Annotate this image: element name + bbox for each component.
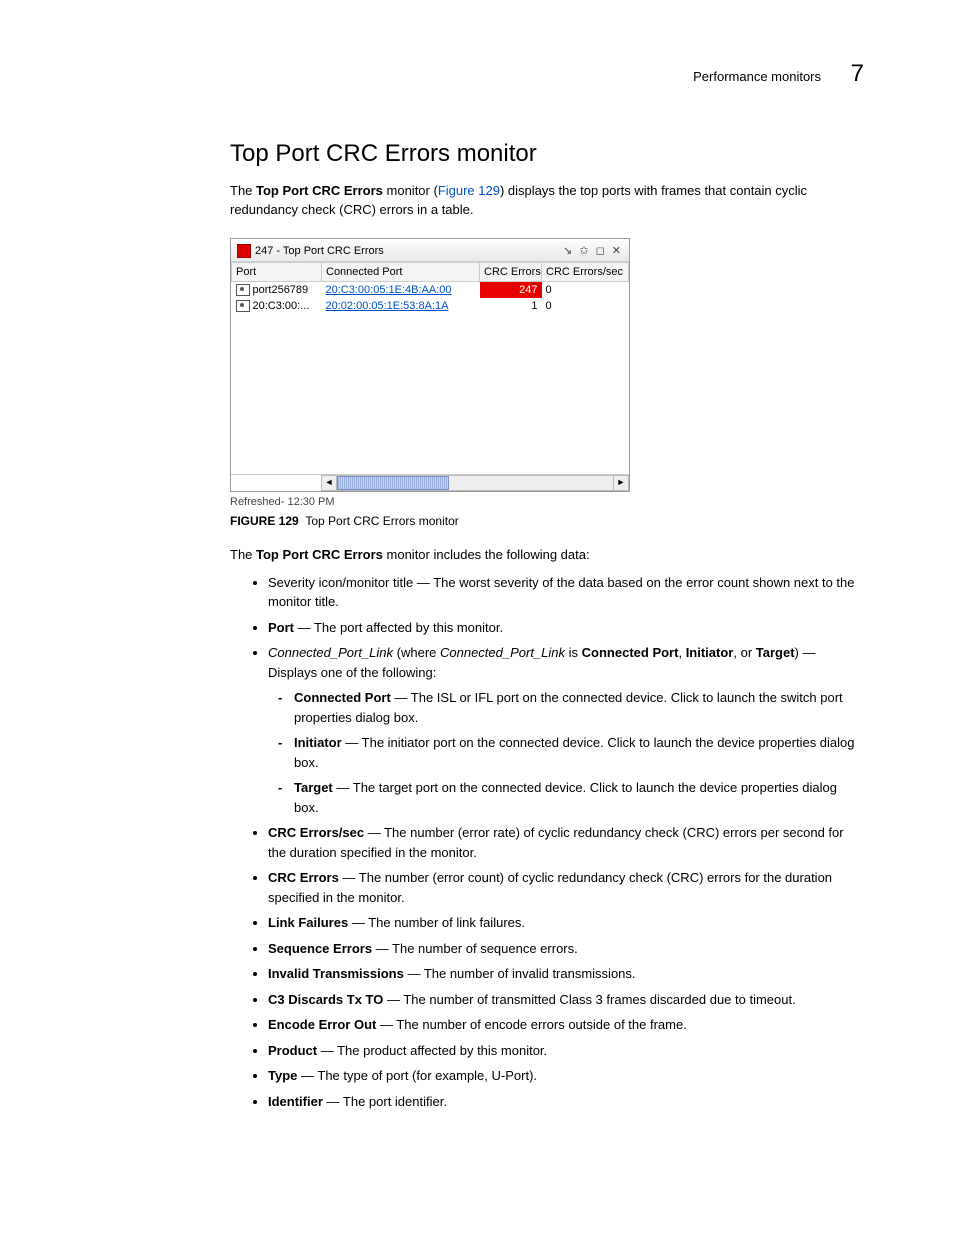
- col-connected-port[interactable]: Connected Port: [322, 262, 480, 281]
- col-port[interactable]: Port: [232, 262, 322, 281]
- connected-port-link[interactable]: 20:02:00:05:1E:53:8A:1A: [326, 300, 449, 312]
- port-icon: [236, 300, 250, 312]
- list-item: Severity icon/monitor title — The worst …: [268, 573, 864, 612]
- section-heading: Top Port CRC Errors monitor: [230, 140, 864, 168]
- connected-port-link[interactable]: 20:C3:00:05:1E:4B:AA:00: [326, 284, 452, 296]
- cell-connected-port: 20:C3:00:05:1E:4B:AA:00: [322, 281, 480, 298]
- panel-controls[interactable]: ↘ ✩ ◻ ✕: [563, 244, 623, 257]
- table-header-row: Port Connected Port CRC Errors CRC Error…: [232, 262, 629, 281]
- sub-list-item: Target — The target port on the connecte…: [294, 778, 864, 817]
- figure-link[interactable]: Figure 129: [438, 183, 500, 198]
- table-row[interactable]: port256789 20:C3:00:05:1E:4B:AA:00 2470: [232, 281, 629, 298]
- header-section: Performance monitors: [693, 69, 821, 84]
- list-item: CRC Errors — The number (error count) of…: [268, 868, 864, 907]
- list-item: Encode Error Out — The number of encode …: [268, 1015, 864, 1035]
- cell-port: 20:C3:00:...: [232, 298, 322, 314]
- col-crc-errors[interactable]: CRC Errors: [480, 262, 542, 281]
- scroll-right-icon[interactable]: ►: [613, 475, 629, 491]
- sub-list: Connected Port — The ISL or IFL port on …: [268, 688, 864, 817]
- refreshed-label: Refreshed- 12:30 PM: [230, 496, 864, 508]
- list-item: Identifier — The port identifier.: [268, 1092, 864, 1112]
- list-item: Type — The type of port (for example, U-…: [268, 1066, 864, 1086]
- list-item: Product — The product affected by this m…: [268, 1041, 864, 1061]
- intro-paragraph: The Top Port CRC Errors monitor (Figure …: [230, 182, 864, 220]
- cell-connected-port: 20:02:00:05:1E:53:8A:1A: [322, 298, 480, 314]
- monitor-title: 247 - Top Port CRC Errors: [255, 245, 384, 257]
- cell-port: port256789: [232, 281, 322, 298]
- list-item: Port — The port affected by this monitor…: [268, 618, 864, 638]
- table-empty-area: [231, 314, 629, 474]
- sub-list-item: Initiator — The initiator port on the co…: [294, 733, 864, 772]
- list-item: Invalid Transmissions — The number of in…: [268, 964, 864, 984]
- crc-table: Port Connected Port CRC Errors CRC Error…: [231, 262, 629, 314]
- cell-crc-rate: 0: [542, 281, 629, 298]
- page: Performance monitors 7 Top Port CRC Erro…: [0, 0, 954, 1235]
- monitor-name: Top Port CRC Errors: [256, 183, 383, 198]
- figure-caption: FIGURE 129 Top Port CRC Errors monitor: [230, 514, 864, 528]
- cell-crc-rate: 0: [542, 298, 629, 314]
- chapter-number: 7: [851, 60, 864, 87]
- sub-list-item: Connected Port — The ISL or IFL port on …: [294, 688, 864, 727]
- scroll-thumb[interactable]: [337, 476, 449, 490]
- page-header: Performance monitors 7: [693, 60, 864, 88]
- scroll-left-icon[interactable]: ◄: [321, 475, 337, 491]
- horizontal-scrollbar[interactable]: ◄ ►: [231, 474, 629, 491]
- col-crc-errors-sec[interactable]: CRC Errors/sec: [542, 262, 629, 281]
- list-item: CRC Errors/sec — The number (error rate)…: [268, 823, 864, 862]
- monitor-titlebar: 247 - Top Port CRC Errors ↘ ✩ ◻ ✕: [231, 241, 629, 262]
- list-item: C3 Discards Tx TO — The number of transm…: [268, 990, 864, 1010]
- cell-crc-errors: 1: [480, 298, 542, 314]
- severity-icon: [237, 244, 251, 258]
- list-item: Sequence Errors — The number of sequence…: [268, 939, 864, 959]
- list-item: Link Failures — The number of link failu…: [268, 913, 864, 933]
- monitor-panel: 247 - Top Port CRC Errors ↘ ✩ ◻ ✕ Port C…: [230, 238, 630, 492]
- lead-paragraph: The Top Port CRC Errors monitor includes…: [230, 546, 864, 565]
- port-icon: [236, 284, 250, 296]
- bullet-list: Severity icon/monitor title — The worst …: [230, 573, 864, 1112]
- list-item: Connected_Port_Link (where Connected_Por…: [268, 643, 864, 817]
- table-row[interactable]: 20:C3:00:... 20:02:00:05:1E:53:8A:1A 10: [232, 298, 629, 314]
- cell-crc-errors: 247: [480, 281, 542, 298]
